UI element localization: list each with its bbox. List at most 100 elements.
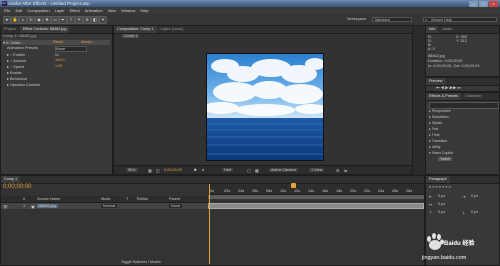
about-link[interactable]: About... xyxy=(81,40,94,44)
tab-layer[interactable]: Layer: (none) xyxy=(158,26,187,33)
prop-row[interactable]: ▸ ◌ Speed 1.00 xyxy=(7,64,62,69)
brush-tool-icon[interactable]: ✎ xyxy=(75,16,83,24)
roi-icon[interactable]: ▢ xyxy=(247,168,251,173)
camera-dropdown[interactable]: Active Camera xyxy=(269,167,298,172)
selection-tool-icon[interactable]: ➤ xyxy=(3,16,11,24)
menu-effect[interactable]: Effect xyxy=(70,7,80,14)
time-ruler[interactable]: 0s 02s 04s 06s 08s 10s 12s 14s 16s 18s 2… xyxy=(208,184,424,195)
parent-dropdown[interactable]: None xyxy=(169,204,183,208)
tab-effects-presets[interactable]: Effects & Presets xyxy=(426,93,462,100)
tab-effect-controls[interactable]: Effect Controls: 88462.jpg xyxy=(19,26,70,33)
comp-tab-button[interactable]: Comp 1 xyxy=(122,34,140,38)
eye-icon[interactable]: 👁 xyxy=(3,204,8,209)
layer-mode-dropdown[interactable]: Normal xyxy=(101,204,118,208)
fx-category[interactable]: ▸ Perspective xyxy=(429,109,451,113)
fx-category[interactable]: ▸ Text xyxy=(429,127,438,131)
fx-category[interactable]: ▸ Transition xyxy=(429,139,447,143)
mask-icon[interactable]: ◫ xyxy=(156,168,160,173)
menu-composition[interactable]: Composition xyxy=(27,7,49,14)
align-buttons[interactable]: ≡ ≡ ≡ ≡ ≡ ≡ ≡ xyxy=(429,185,451,189)
eraser-tool-icon[interactable]: ◧ xyxy=(91,16,99,24)
zoom-dropdown[interactable]: 50% xyxy=(126,167,138,172)
view-layout-dropdown[interactable]: 1 View xyxy=(309,167,325,172)
fx-item-selected[interactable]: Twitch xyxy=(438,157,453,161)
tab-character[interactable]: Character xyxy=(462,93,485,100)
tab-comp-1-timeline[interactable]: Comp 1 xyxy=(1,176,21,183)
clone-stamp-tool-icon[interactable]: ⊕ xyxy=(83,16,91,24)
reset-link[interactable]: Reset xyxy=(53,40,63,44)
col-header: TrkMat xyxy=(136,197,148,201)
puppet-tool-icon[interactable]: ✦ xyxy=(99,16,107,24)
play-controls[interactable]: ⏮ ◀ ▶ ▶▶ ⏭ xyxy=(436,86,461,90)
tab-paragraph[interactable]: Paragraph xyxy=(426,176,450,183)
toggle-switches-modes-button[interactable]: Toggle Switches / Modes xyxy=(121,260,161,264)
tab-preview[interactable]: Preview xyxy=(426,78,446,85)
mask-tool-icon[interactable]: ▭ xyxy=(51,16,59,24)
menu-edit[interactable]: Edit xyxy=(15,7,22,14)
composition-canvas[interactable] xyxy=(206,53,324,161)
prop-row[interactable]: ▸ Enable xyxy=(7,70,22,75)
minimize-button[interactable]: – xyxy=(469,0,478,7)
work-area-bar[interactable] xyxy=(208,195,424,199)
render-icon[interactable]: ⚙ xyxy=(336,168,339,173)
ruler-tick: 02s xyxy=(224,189,231,193)
effect-row-twitch[interactable]: ▾ fx Twitch Reset About... xyxy=(3,40,110,45)
workspace-dropdown[interactable]: Standard xyxy=(372,16,412,22)
tab-info[interactable]: Info xyxy=(426,26,439,33)
menu-view[interactable]: View xyxy=(108,7,117,14)
color-channel-icon[interactable]: ● xyxy=(202,168,204,172)
transparency-grid-icon[interactable]: ▩ xyxy=(255,168,259,173)
effects-search-input[interactable] xyxy=(429,102,499,109)
zoom-tool-icon[interactable]: ⌕ xyxy=(19,16,27,24)
prop-row: Animation Presets None xyxy=(7,46,87,52)
grid-icon[interactable]: ▦ xyxy=(148,168,152,173)
close-button[interactable]: × xyxy=(489,0,498,7)
space-before-value[interactable]: 0 px xyxy=(438,210,445,214)
search-help-input[interactable]: Search Help xyxy=(423,16,497,22)
prop-row[interactable]: ▸ Operator Controls xyxy=(7,82,40,87)
effects-presets-panel: Effects & Presets Character ▸ Perspectiv… xyxy=(425,92,500,175)
fx-category[interactable]: ▸ Stylize xyxy=(429,121,442,125)
fx-category[interactable]: ▾ Video Copilot xyxy=(429,151,453,155)
prop-row[interactable]: ▸ ◌ Enable ☑ xyxy=(7,52,58,57)
fx-category[interactable]: ▸ Simulation xyxy=(429,115,449,119)
rotate-tool-icon[interactable]: ↻ xyxy=(27,16,35,24)
hand-tool-icon[interactable]: ✋ xyxy=(11,16,19,24)
presets-dropdown[interactable]: None xyxy=(55,46,87,52)
fx-category[interactable]: ▸ Time xyxy=(429,133,440,137)
menu-window[interactable]: Window xyxy=(121,7,135,14)
menu-help[interactable]: Help xyxy=(140,7,148,14)
space-after-value[interactable]: 0 px xyxy=(471,210,478,214)
pen-tool-icon[interactable]: ✒ xyxy=(59,16,67,24)
text-tool-icon[interactable]: T xyxy=(67,16,75,24)
prop-row[interactable]: ▸ Behaviour xyxy=(7,76,27,81)
ruler-tick: 06s xyxy=(252,189,259,193)
maximize-button[interactable]: □ xyxy=(479,0,488,7)
indent-first-value[interactable]: 0 px xyxy=(438,202,445,206)
timeline-timecode[interactable]: 0;00;00;00 xyxy=(3,184,31,190)
tab-project[interactable]: Project xyxy=(1,26,19,33)
layer-name[interactable]: 88462.jpg xyxy=(37,203,58,208)
menu-animation[interactable]: Animation xyxy=(85,7,103,14)
camera-tool-icon[interactable]: ◉ xyxy=(35,16,43,24)
menu-layer[interactable]: Layer xyxy=(55,7,65,14)
image-layer-icon: ▣ xyxy=(31,205,35,209)
flowchart-icon[interactable]: ⇆ xyxy=(344,168,347,173)
resolution-dropdown[interactable]: Half xyxy=(222,167,233,172)
timecode-display[interactable]: 0;00;00;00 xyxy=(164,168,182,172)
snapshot-icon[interactable]: ◙ xyxy=(194,168,196,172)
indent-right-value[interactable]: 0 px xyxy=(471,194,478,198)
indent-left-value[interactable]: 0 px xyxy=(438,194,445,198)
pan-behind-tool-icon[interactable]: ✥ xyxy=(43,16,51,24)
tab-composition[interactable]: Composition: Comp 1 xyxy=(114,26,157,33)
playhead[interactable] xyxy=(209,184,210,264)
current-time-marker-icon[interactable] xyxy=(291,183,296,188)
fx-category[interactable]: ▸ Utility xyxy=(429,145,441,149)
timeline-layer-row[interactable]: 👁 1 ▣ 88462.jpg Normal None xyxy=(1,203,208,209)
prop-row[interactable]: ▸ ◌ Amount 100.0 xyxy=(7,58,65,63)
checkbox-icon[interactable]: ☑ xyxy=(55,52,58,57)
tab-audio[interactable]: Audio xyxy=(439,26,455,33)
layer-duration-bar[interactable] xyxy=(208,203,424,209)
fx-icon: ▾ fx xyxy=(3,41,10,45)
menu-file[interactable]: File xyxy=(4,7,10,14)
